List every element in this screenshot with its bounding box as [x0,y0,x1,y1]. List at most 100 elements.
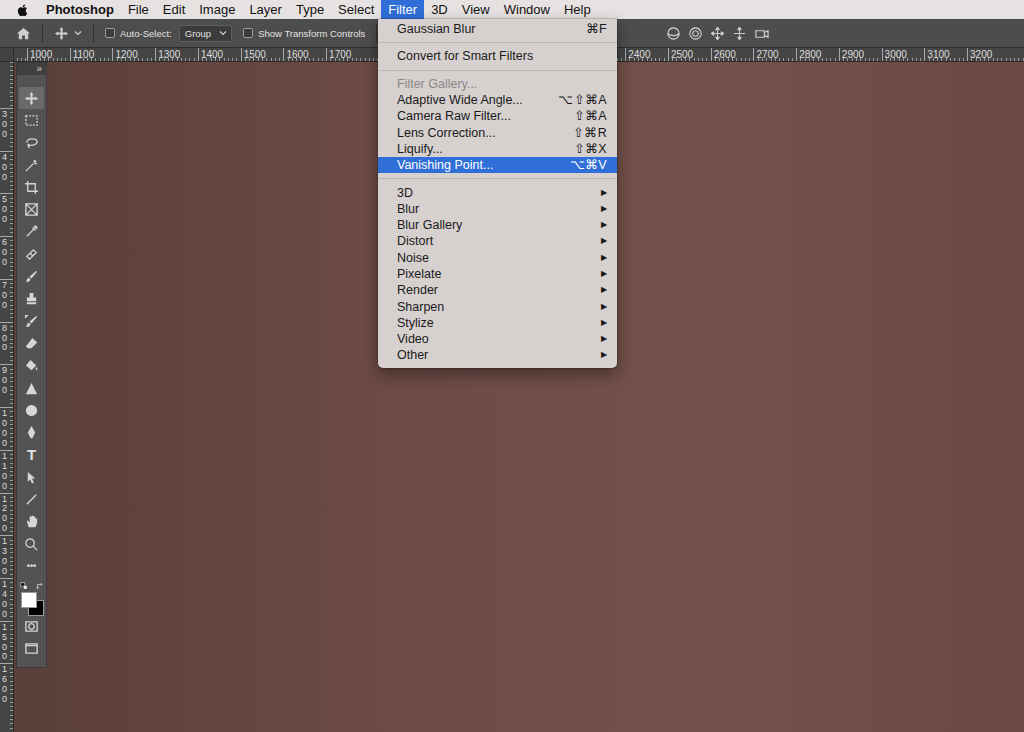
path-selection-icon [24,470,39,485]
orbit-3d-icon[interactable] [666,26,681,41]
ruler-label: 1200 [2,495,7,535]
ruler-tick [283,48,284,62]
tool-button[interactable] [19,488,44,510]
menu-entry[interactable]: Distort ▶ [378,233,617,249]
menu-entry[interactable]: Liquify... ⇧⌘X [378,141,617,157]
tool-button[interactable] [19,176,44,198]
menu-entry[interactable]: Noise ▶ [378,250,617,266]
menu-item[interactable]: View [455,0,497,19]
move-tool-icon[interactable] [54,26,69,41]
tool-button[interactable] [19,377,44,399]
swap-colors-icon[interactable] [36,582,44,590]
menu-entry[interactable]: Other ▶ [378,347,617,363]
ruler-tick [0,663,14,664]
menu-entry[interactable]: Adaptive Wide Angle... ⌥⇧⌘A [378,92,617,108]
auto-select-target-dropdown[interactable]: Group [179,25,232,42]
photoshop-screen: Photoshop FileEditImageLayerTypeSelectFi… [0,0,1024,732]
menu-entry[interactable]: Stylize ▶ [378,315,617,331]
menu-item[interactable]: Filter [381,0,424,19]
tool-button[interactable] [19,533,44,555]
mode-button[interactable] [19,638,44,660]
collapse-button[interactable]: » [36,64,46,74]
ruler-label: 1300 [2,537,7,577]
menu-item[interactable]: Edit [156,0,192,19]
ruler-label: 1400 [2,580,7,620]
menu-entry[interactable]: Sharpen ▶ [378,298,617,314]
tool-button[interactable] [19,511,44,533]
3d-mode-group [666,26,769,41]
submenu-arrow-icon: ▶ [601,266,607,282]
tool-button[interactable] [19,399,44,421]
menu-item[interactable]: Help [557,0,598,19]
menu-item[interactable]: Select [331,0,381,19]
menu-entry[interactable]: Render ▶ [378,282,617,298]
ruler-origin[interactable] [0,48,14,62]
move-icon [24,91,39,106]
tool-preset-chevron-icon[interactable] [74,29,82,37]
transform-controls-checkbox[interactable] [243,28,253,38]
auto-select-checkbox[interactable] [105,28,115,38]
menu-entry[interactable]: Video ▶ [378,331,617,347]
ruler-tick [0,493,14,494]
tool-button[interactable] [19,332,44,354]
menu-entry-label: Sharpen [397,299,444,315]
menu-entry[interactable]: Gaussian Blur ⌘F [378,21,617,37]
tool-button[interactable] [19,198,44,220]
vertical-ruler[interactable]: 300 400 500 600 700 800 900 1000 1100 12… [0,62,14,732]
menu-item[interactable]: Layer [242,0,289,19]
menu-entry[interactable]: Lens Correction... ⇧⌘R [378,124,617,140]
slide-3d-icon[interactable] [732,26,747,41]
menu-entry[interactable]: Blur Gallery ▶ [378,217,617,233]
tool-button[interactable] [19,421,44,443]
eyedropper-icon [24,224,39,239]
menu-item[interactable]: Type [289,0,331,19]
apple-logo-icon[interactable] [16,3,30,17]
panel-header[interactable]: » [17,63,46,75]
tool-button[interactable] [19,355,44,377]
menu-entry[interactable]: 3D ▶ [378,184,617,200]
tool-button[interactable] [19,132,44,154]
tool-button[interactable]: T [19,444,44,466]
tool-button[interactable] [19,221,44,243]
tool-list: T ••• [19,87,44,578]
ruler-tick [0,578,14,579]
menu-entry[interactable]: Blur ▶ [378,201,617,217]
default-colors-icon[interactable] [20,582,28,590]
mode-button[interactable] [19,616,44,638]
tool-button[interactable] [19,87,44,109]
menu-entry[interactable]: Convert for Smart Filters [378,48,617,64]
ruler-tick [625,48,626,62]
app-name[interactable]: Photoshop [39,0,121,19]
ruler-tick [0,151,14,152]
roll-3d-icon[interactable] [688,26,703,41]
tool-button[interactable]: ••• [19,555,44,577]
home-icon[interactable] [16,26,31,41]
tool-button[interactable] [19,466,44,488]
tool-button[interactable] [19,310,44,332]
foreground-color-swatch[interactable] [21,592,37,608]
ruler-tick [0,450,14,451]
ruler-label: 1000 [30,49,52,60]
camera-3d-icon[interactable] [754,26,769,41]
menu-entry[interactable]: Vanishing Point... ⌥⌘V [378,157,617,173]
menu-entry[interactable]: Camera Raw Filter... ⇧⌘A [378,108,617,124]
tool-button[interactable] [19,265,44,287]
menu-item[interactable]: File [121,0,156,19]
menu-entry[interactable]: Pixelate ▶ [378,266,617,282]
drag-3d-icon[interactable] [710,26,725,41]
tool-button[interactable] [19,109,44,131]
type-icon: T [27,447,36,463]
menu-item[interactable]: Image [192,0,242,19]
submenu-arrow-icon: ▶ [601,217,607,233]
menu-item[interactable]: Window [497,0,557,19]
menu-item[interactable]: 3D [424,0,455,19]
submenu-arrow-icon: ▶ [601,331,607,347]
menu-entry-label: Render [397,282,438,298]
ruler-label: 2600 [714,49,736,60]
sponge-icon [24,403,39,418]
tool-button[interactable] [19,243,44,265]
eraser-icon [24,336,39,351]
menu-separator [378,37,617,48]
tool-button[interactable] [19,154,44,176]
tool-button[interactable] [19,288,44,310]
